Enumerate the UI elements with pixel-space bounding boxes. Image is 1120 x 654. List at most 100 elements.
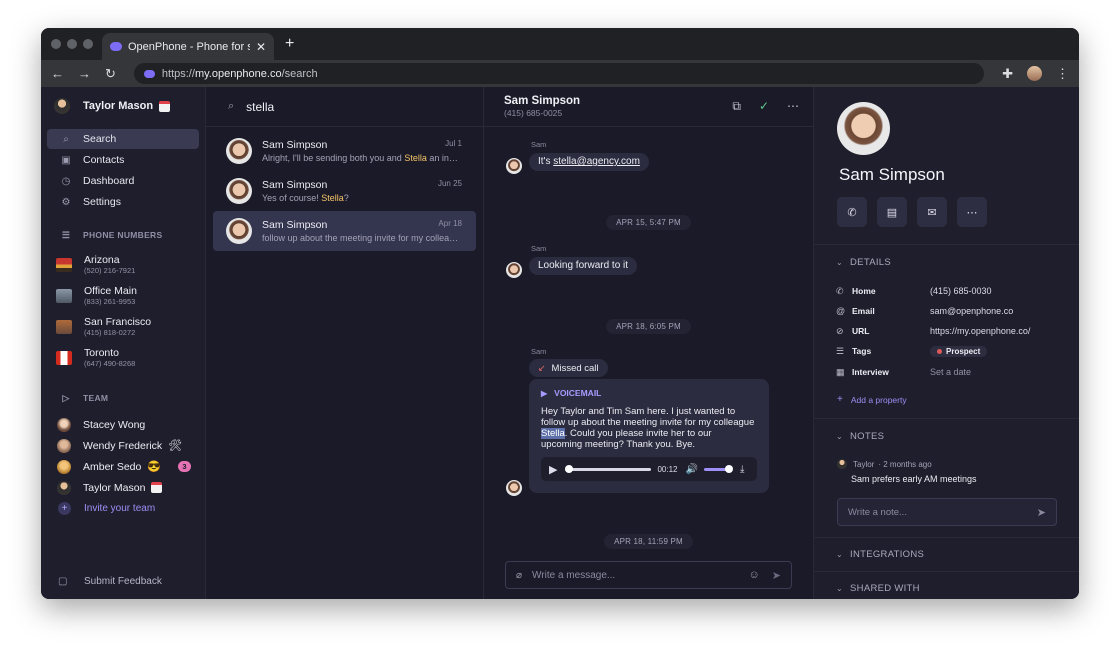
search-result[interactable]: Sam Simpson Jun 25 Yes of course! Stella? <box>213 171 476 211</box>
volume-knob[interactable] <box>724 464 733 473</box>
search-result[interactable]: Sam Simpson Jul 1 Alright, I'll be sendin… <box>213 131 476 171</box>
tab-close-icon[interactable]: ✕ <box>256 40 266 54</box>
share-icon[interactable]: ⧉ <box>732 99 741 114</box>
browser-menu-icon[interactable]: ⋮ <box>1056 66 1069 82</box>
more-options-icon[interactable]: ⋯ <box>787 99 799 114</box>
phone-number-arizona[interactable]: Arizona (520) 216-7921 <box>41 249 205 280</box>
back-icon[interactable]: ← <box>51 66 64 81</box>
message-bubble: It's stella@agency.com <box>529 153 649 171</box>
search-input[interactable] <box>246 99 447 114</box>
avatar <box>57 417 71 432</box>
nav-label: Search <box>83 133 117 145</box>
team-member-amber[interactable]: Amber Sedo 😎 3 <box>41 456 205 477</box>
property-tags[interactable]: ☰ Tags Prospect <box>836 345 988 357</box>
date-separator: APR 15, 5:47 PM <box>484 212 813 230</box>
voicemail-transcript: Hey Taylor and Tim Sam here. I just want… <box>541 406 755 450</box>
invite-team-button[interactable]: + Invite your team <box>41 498 205 519</box>
message-button[interactable]: ▤ <box>877 197 907 227</box>
preview-text: follow up about the meeting invite for m… <box>262 233 462 243</box>
minimize-window-button[interactable] <box>67 39 77 49</box>
section-title: DETAILS <box>850 257 892 268</box>
missed-call-label: Missed call <box>551 362 599 374</box>
nav-label: Dashboard <box>83 175 135 187</box>
address-bar[interactable]: https://my.openphone.co/search <box>133 63 985 84</box>
browser-tab[interactable]: OpenPhone - Phone for startups ✕ <box>102 33 274 60</box>
maximize-window-button[interactable] <box>83 39 93 49</box>
more-button[interactable]: ⋯ <box>957 197 987 227</box>
team-member-stacey[interactable]: Stacey Wong <box>41 414 205 435</box>
reload-icon[interactable]: ↻ <box>105 66 116 82</box>
transcript-text: . Could you please invite her to our upc… <box>541 428 712 450</box>
feedback-label: Submit Feedback <box>84 576 162 587</box>
profile-avatar[interactable] <box>1027 66 1042 81</box>
volume-icon[interactable]: 🔊 <box>686 464 698 475</box>
search-result-selected[interactable]: Sam Simpson Apr 18 follow up about the me… <box>213 211 476 251</box>
phone-number-toronto[interactable]: Toronto (647) 490-8268 <box>41 342 205 373</box>
nav-search[interactable]: ⌕ Search <box>47 129 199 149</box>
property-key: URL <box>852 326 870 336</box>
new-tab-icon[interactable]: + <box>285 35 294 53</box>
phone-number-san-francisco[interactable]: San Francisco (415) 818-0272 <box>41 311 205 342</box>
avatar <box>226 218 252 244</box>
calendar-status-icon <box>159 100 171 112</box>
window-controls <box>51 39 93 49</box>
property-value: Set a date <box>930 367 972 377</box>
nav-dashboard[interactable]: ◷ Dashboard <box>47 171 199 191</box>
browser-window: OpenPhone - Phone for startups ✕ + ← → ↻… <box>41 28 1079 599</box>
preview-text: ? <box>343 193 349 203</box>
phone-numbers-icon: ☰ <box>61 229 71 240</box>
send-icon[interactable]: ➤ <box>772 569 781 582</box>
email-button[interactable]: ✉ <box>917 197 947 227</box>
emoji-icon[interactable]: ☺ <box>749 569 760 581</box>
nav-settings[interactable]: ⚙ Settings <box>47 192 199 212</box>
chevron-down-icon: ⌄ <box>836 432 844 441</box>
link-icon: ⊘ <box>836 325 844 336</box>
submit-feedback-button[interactable]: ▢ Submit Feedback <box>58 576 162 587</box>
email-link[interactable]: stella@agency.com <box>553 156 640 167</box>
avatar <box>837 459 847 469</box>
phone-number-name: Office Main <box>84 284 137 297</box>
note-input[interactable] <box>848 506 1037 518</box>
workspace-user[interactable]: Taylor Mason <box>41 95 205 117</box>
forward-icon[interactable]: → <box>78 66 91 81</box>
openphone-favicon-icon <box>110 42 122 51</box>
notes-section-toggle[interactable]: ⌄ NOTES <box>836 431 884 442</box>
nav-contacts[interactable]: ▣ Contacts <box>47 150 199 170</box>
note-time: · 2 months ago <box>878 459 932 469</box>
call-button[interactable]: ✆ <box>837 197 867 227</box>
team-member-taylor[interactable]: Taylor Mason <box>41 477 205 498</box>
voicemail-header[interactable]: ▶ VOICEMAIL <box>541 388 757 398</box>
details-section-toggle[interactable]: ⌄ DETAILS <box>836 257 891 268</box>
team-member-wendy[interactable]: Wendy Frederick 🛠 <box>41 435 205 456</box>
preview-text: Yes of course! <box>262 193 322 203</box>
chevron-down-icon: ⌄ <box>836 584 844 593</box>
add-property-button[interactable]: + Add a property <box>837 394 907 405</box>
tag-dot-icon <box>937 348 942 354</box>
integrations-section-toggle[interactable]: ⌄ INTEGRATIONS <box>836 549 924 560</box>
close-window-button[interactable] <box>51 39 61 49</box>
openphone-app: Taylor Mason ⌕ Search ▣ Contacts ◷ Dashboar… <box>41 87 1079 599</box>
extensions-icon[interactable]: ✚ <box>1002 66 1013 82</box>
at-icon: @ <box>836 306 846 316</box>
shared-with-section-toggle[interactable]: ⌄ SHARED WITH <box>836 583 920 594</box>
phone-number-office-main[interactable]: Office Main (833) 261-9953 <box>41 280 205 311</box>
property-url[interactable]: ⊘ URL https://my.openphone.co/ <box>836 325 1030 337</box>
tag-prospect[interactable]: Prospect <box>930 345 988 357</box>
property-home[interactable]: ✆ Home (415) 685-0030 <box>836 285 992 297</box>
attachment-icon[interactable]: ⌀ <box>516 570 522 581</box>
download-icon[interactable]: ⤓ <box>740 464 744 475</box>
playback-knob[interactable] <box>565 464 574 473</box>
message-input[interactable] <box>532 569 749 581</box>
contact-actions: ✆ ▤ ✉ ⋯ <box>837 197 987 227</box>
user-name: Taylor Mason <box>83 100 154 112</box>
send-icon[interactable]: ➤ <box>1037 506 1046 519</box>
transcript-highlight: Stella <box>541 428 565 439</box>
property-email[interactable]: @ Email sam@openphone.co <box>836 305 1013 317</box>
volume-slider[interactable] <box>703 464 733 473</box>
playback-slider[interactable] <box>565 464 652 473</box>
note-composer: ➤ <box>837 498 1057 526</box>
property-interview[interactable]: ▦ Interview Set a date <box>836 366 971 378</box>
user-avatar <box>54 98 70 114</box>
mark-done-icon[interactable]: ✓ <box>759 99 769 114</box>
play-icon[interactable]: ▶ <box>549 463 557 476</box>
